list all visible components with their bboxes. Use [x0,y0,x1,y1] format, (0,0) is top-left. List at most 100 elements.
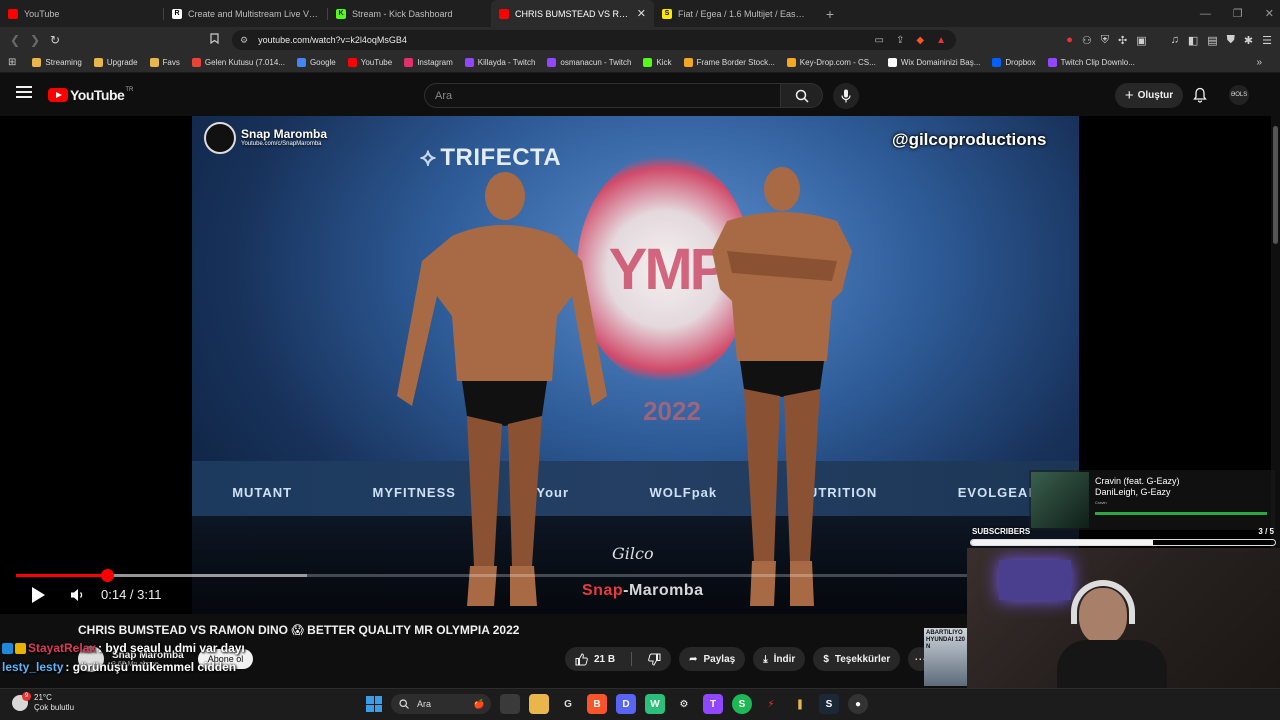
bookmark-label: Google [309,58,336,67]
tab-youtube[interactable]: YouTube [0,0,163,27]
watermark-channel-name: Snap Maromba [241,126,328,141]
bookmark-item[interactable]: Killayda - Twitch [464,58,535,67]
close-window-icon[interactable]: ✕ [1265,7,1274,20]
steam-icon[interactable]: S [819,694,839,714]
guide-menu-icon[interactable] [16,86,32,98]
minimize-icon[interactable]: — [1200,8,1211,20]
thanks-label: Teşekkürler [834,653,891,665]
bookmark-item[interactable]: Gelen Kutusu (7.014... [191,58,285,67]
bookmark-item[interactable]: Streaming [32,58,82,67]
forward-icon[interactable]: ❯ [25,33,45,47]
bookmark-item[interactable]: Key-Drop.com - CS... [786,58,876,67]
like-dislike-group: 21 B [565,647,672,671]
microphone-icon [841,89,851,103]
media-icon[interactable]: ♫ [1171,34,1179,46]
close-tab-icon[interactable]: ✕ [637,7,646,20]
notes-app-icon[interactable]: ❚ [790,694,810,714]
leo-icon[interactable]: ✱ [1244,34,1253,47]
back-icon[interactable]: ❮ [5,33,25,47]
scrollbar-thumb[interactable] [1273,126,1278,244]
youtube-icon [8,8,18,19]
scrubber-handle[interactable] [100,569,114,582]
weather-widget[interactable]: 9 21°C Çok bulutlu [12,691,75,712]
account-avatar[interactable]: ƏOLS [1229,85,1249,105]
lightning-app-icon[interactable]: ⚡ [761,694,781,714]
share-label: Paylaş [703,653,736,665]
bookmark-item[interactable]: Favs [149,58,180,67]
bookmark-item[interactable]: osmanacun - Twitch [547,58,631,67]
bookmark-item[interactable]: Google [296,58,336,67]
sidebar-icon[interactable]: ◧ [1188,34,1198,47]
windows-start-icon[interactable] [366,696,382,712]
tab-kick-dashboard[interactable]: K Stream - Kick Dashboard [328,0,491,27]
shield-extension-icon[interactable]: ⛨ [1101,34,1109,47]
bookmark-item[interactable]: Twitch Clip Downlo... [1047,58,1135,67]
bookmark-item[interactable]: Dropbox [992,58,1036,67]
tab-current-video[interactable]: CHRIS BUMSTEAD VS RAMON D ✕ [491,0,654,27]
twitch-studio-icon[interactable]: T [703,694,723,714]
bookmark-label: Frame Border Stock... [696,58,775,67]
bookmark-item[interactable]: Instagram [404,58,453,67]
record-extension-icon[interactable]: ● [1066,34,1073,46]
bookmark-label: Kick [656,58,672,67]
wallet-icon[interactable]: ▤ [1207,34,1217,47]
browser-menu-icon[interactable]: ☰ [1262,34,1272,47]
settings-gear-icon[interactable]: ⚙ [674,694,694,714]
restore-icon[interactable]: ❐ [1233,7,1243,20]
download-button[interactable]: ⤓ İndir [753,647,806,671]
video-frame[interactable]: YMP 2022 ⟡ TRIFECTA MUTANT MYFITNESS Your… [192,116,1079,614]
bookmark-item[interactable]: Kick [643,58,672,67]
bookmark-item[interactable]: Upgrade [93,58,138,67]
brave-browser-icon[interactable]: B [587,694,607,714]
file-explorer-icon[interactable] [529,694,549,714]
dislike-button[interactable] [638,647,671,671]
new-tab-button[interactable]: + [817,6,843,22]
spotify-icon[interactable]: S [732,694,752,714]
reload-icon[interactable]: ↻ [45,33,65,47]
site-info-icon[interactable]: ⚙ [240,35,248,46]
bookmark-label: osmanacun - Twitch [560,58,632,67]
tab-restream[interactable]: R Create and Multistream Live Video | R [164,0,327,27]
voice-search-button[interactable] [833,83,859,109]
thanks-button[interactable]: $ Teşekkürler [813,647,901,671]
ad-thumbnail[interactable]: ABARTILIYO HYUNDAI 120 N [924,628,967,686]
notifications-bell-icon[interactable] [1193,87,1207,108]
chat-app-icon[interactable]: W [645,694,665,714]
bookmark-item[interactable]: Frame Border Stock... [683,58,775,67]
like-button[interactable]: 21 B [565,647,625,671]
wallet-extension-icon[interactable]: ▣ [1136,34,1146,47]
brave-shields-icon[interactable]: ◆ [916,35,924,46]
discord-icon[interactable]: D [616,694,636,714]
brave-rewards-icon[interactable]: ▲ [936,35,946,46]
weather-badge: 9 [22,691,31,701]
play-button[interactable] [30,586,46,609]
obs-icon[interactable]: ● [848,694,868,714]
more-bookmarks-icon[interactable]: » [1256,57,1262,68]
taskbar-search[interactable]: Ara 🍎 [391,694,491,714]
address-actions: ▭ ⇪ ◆ ▲ [875,35,946,46]
subscriber-badge-icon [15,642,26,654]
apps-grid-icon[interactable]: ⊞ [8,57,16,68]
search-input[interactable]: Ara [424,83,781,108]
bookmark-item[interactable]: YouTube [347,58,392,67]
puzzle-extensions-icon[interactable]: ✣ [1118,34,1127,47]
create-button[interactable]: + Oluştur [1115,83,1183,108]
task-view-icon[interactable] [500,694,520,714]
cast-icon[interactable]: ▭ [875,35,884,46]
weather-condition: Çok bulutlu [34,702,75,712]
browser-tab-strip: YouTube R Create and Multistream Live Vi… [0,0,1280,27]
bookmark-label: Wix Domaininizi Baş... [900,58,981,67]
youtube-logo[interactable]: YouTube TR [48,87,133,103]
vpn-icon[interactable]: ⚇ [1082,34,1092,47]
bookmark-item[interactable]: Wix Domaininizi Baş... [887,58,981,67]
share-button[interactable]: ➦ Paylaş [679,647,746,671]
bookmark-page-icon[interactable] [210,33,219,47]
tab-sahibinden[interactable]: S Fiat / Egea / 1.6 Multijet / Easy Stil… [654,0,817,27]
share-icon[interactable]: ⇪ [896,35,904,46]
app-icon[interactable]: G [558,694,578,714]
vpn-shield-icon[interactable]: ⛊ [1227,34,1235,47]
address-bar[interactable]: ⚙ youtube.com/watch?v=k2l4oqMsGB4 ▭ ⇪ ◆ … [232,30,956,50]
play-icon [32,587,45,603]
search-button[interactable] [781,83,823,108]
mute-button[interactable] [70,588,86,607]
